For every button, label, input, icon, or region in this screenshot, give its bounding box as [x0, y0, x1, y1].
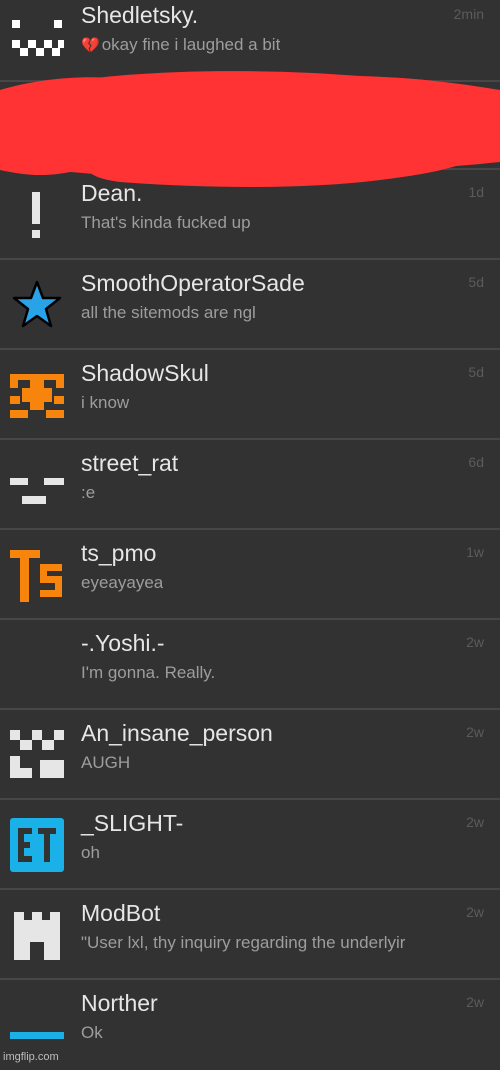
- redaction-mark: [69, 71, 491, 187]
- last-message: I'm gonna. Really.: [81, 663, 216, 682]
- castle-tower-icon: [14, 912, 60, 960]
- avatar: [8, 546, 66, 604]
- conversation-item[interactable]: ModBot "User lxl, thy inquiry regarding …: [0, 892, 500, 980]
- last-message: AUGH: [81, 753, 131, 772]
- avatar: [8, 816, 66, 874]
- timestamp: 2w: [466, 994, 484, 1010]
- last-message: all the sitemods are ngl: [81, 303, 256, 322]
- contact-name: ShadowSkul: [81, 360, 209, 386]
- conversation-item[interactable]: SmoothOperatorSade all the sitemods are …: [0, 262, 500, 350]
- last-message: i know: [81, 393, 130, 412]
- contact-name: _SLIGHT-: [81, 810, 184, 836]
- conversation-item[interactable]: ts_pmo eyeayayea 1w: [0, 532, 500, 620]
- contact-name: Shedletsky.: [81, 2, 199, 28]
- timestamp: 2w: [466, 724, 484, 740]
- avatar: [8, 636, 66, 694]
- avatar: [8, 276, 66, 334]
- conversation-item[interactable]: _SLIGHT- oh 2w: [0, 802, 500, 890]
- conversation-item[interactable]: An_insane_person AUGH 2w: [0, 712, 500, 800]
- contact-name: SmoothOperatorSade: [81, 270, 305, 296]
- ts-logo-icon: [10, 550, 62, 602]
- pixel-face-icon: [12, 20, 64, 56]
- timestamp: 2w: [466, 904, 484, 920]
- conversation-item[interactable]: ShadowSkul i know 5d: [0, 352, 500, 440]
- timestamp: 2w: [466, 814, 484, 830]
- last-message: That's kinda fucked up: [81, 213, 251, 232]
- last-message: eyeayayea: [81, 573, 164, 592]
- timestamp: 5d: [468, 274, 484, 290]
- last-message: 💔 okay fine i laughed a bit: [81, 35, 280, 55]
- contact-name: Norther: [81, 990, 158, 1016]
- conversation-item[interactable]: street_rat :e 6d: [0, 442, 500, 530]
- skull-icon: [10, 374, 64, 418]
- pixel-face-icon: [10, 730, 64, 778]
- avatar: [8, 456, 66, 514]
- contact-name: ModBot: [81, 900, 161, 926]
- timestamp: 5d: [468, 364, 484, 380]
- avatar: [8, 10, 66, 68]
- avatar: [8, 996, 66, 1054]
- pixel-face-icon: [10, 478, 64, 504]
- avatar: [8, 906, 66, 964]
- last-message: "User lxl, thy inquiry regarding the und…: [81, 933, 406, 952]
- conversation-item[interactable]: Norther Ok 2w: [0, 982, 500, 1070]
- conversation-item[interactable]: -.Yoshi.- I'm gonna. Really. 2w: [0, 622, 500, 710]
- star-icon: [12, 280, 62, 328]
- contact-name: street_rat: [81, 450, 179, 476]
- last-message: :e: [81, 483, 96, 502]
- avatar: [8, 726, 66, 784]
- timestamp: 2w: [466, 634, 484, 650]
- watermark: imgflip.com: [3, 1051, 59, 1063]
- timestamp: 2min: [453, 6, 484, 22]
- last-message: oh: [81, 843, 100, 862]
- timestamp: 1w: [466, 544, 484, 560]
- avatar: [8, 366, 66, 424]
- contact-name: ts_pmo: [81, 540, 157, 566]
- broken-heart-icon: 💔: [81, 37, 100, 54]
- contact-name: -.Yoshi.-: [81, 630, 165, 656]
- last-message-text: okay fine i laughed a bit: [101, 35, 281, 54]
- slight-logo-icon: [10, 818, 64, 872]
- timestamp: 6d: [468, 454, 484, 470]
- contact-name: An_insane_person: [81, 720, 273, 746]
- last-message: Ok: [81, 1023, 103, 1042]
- redaction-scribble: [0, 71, 500, 187]
- dash-icon: [10, 1032, 64, 1039]
